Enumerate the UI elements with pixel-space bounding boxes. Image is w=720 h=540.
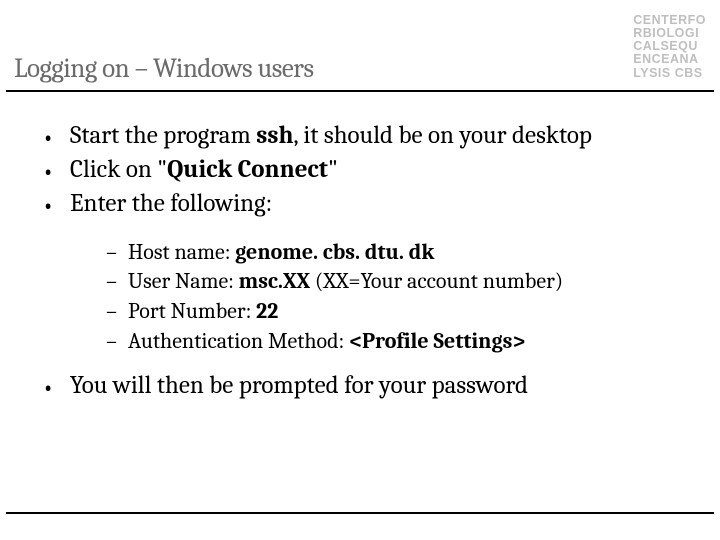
list-item: Port Number: 22	[106, 297, 712, 327]
text: "	[328, 155, 338, 184]
header: Logging on – Windows users CENTERFO RBIO…	[6, 0, 714, 92]
logo-line: LYSIS CBS	[633, 67, 706, 80]
text: Click on "	[70, 155, 167, 184]
list-item: Start the program ssh, it should be on y…	[42, 120, 712, 152]
content: Start the program ssh, it should be on y…	[0, 92, 720, 415]
text: , it should be on your desktop	[293, 121, 591, 150]
list-item: You will then be prompted for your passw…	[42, 370, 712, 402]
text: (XX=Your account number)	[315, 268, 563, 294]
page-title: Logging on – Windows users	[14, 53, 314, 84]
text: You will then be prompted for your passw…	[70, 371, 528, 400]
label: Host name:	[128, 239, 235, 265]
label: User Name:	[128, 268, 239, 294]
value: genome. cbs. dtu. dk	[235, 239, 434, 265]
text: Enter the following:	[70, 189, 272, 218]
list-item: User Name: msc.XX (XX=Your account numbe…	[106, 267, 712, 297]
value: msc.XX	[239, 268, 315, 294]
bold-text: ssh	[256, 121, 293, 150]
value: 22	[256, 298, 278, 324]
footer-rule	[6, 512, 714, 514]
logo-line: ENCEANA	[633, 53, 706, 66]
bold-text: Quick Connect	[167, 155, 328, 184]
list-item: Click on "Quick Connect"	[42, 154, 712, 186]
list-item: Authentication Method: <Profile Settings…	[106, 327, 712, 357]
list-item: Enter the following: Host name: genome. …	[42, 188, 712, 357]
list-item: Host name: genome. cbs. dtu. dk	[106, 238, 712, 268]
label: Port Number:	[128, 298, 256, 324]
logo: CENTERFO RBIOLOGI CALSEQU ENCEANA LYSIS …	[633, 14, 706, 80]
bullet-list: Start the program ssh, it should be on y…	[8, 120, 712, 403]
sub-list: Host name: genome. cbs. dtu. dk User Nam…	[70, 238, 712, 357]
value: <Profile Settings>	[349, 328, 525, 354]
text: Start the program	[70, 121, 256, 150]
label: Authentication Method:	[128, 328, 349, 354]
